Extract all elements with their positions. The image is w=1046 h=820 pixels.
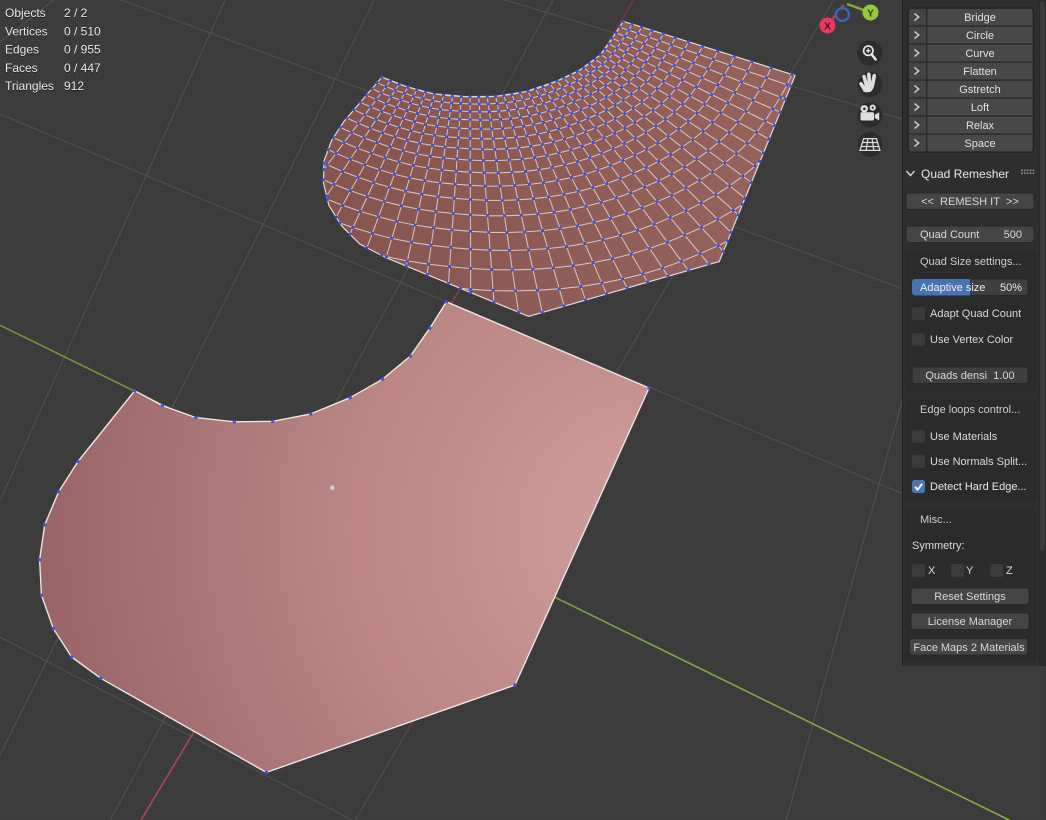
- svg-text:Misc...: Misc...: [920, 514, 952, 526]
- svg-text:Use Normals Split...: Use Normals Split...: [930, 456, 1027, 468]
- svg-text:Symmetry:: Symmetry:: [912, 540, 965, 552]
- svg-text:0 / 447: 0 / 447: [64, 61, 101, 75]
- svg-text:Edge loops control...: Edge loops control...: [920, 404, 1020, 416]
- svg-text:500: 500: [1004, 229, 1022, 241]
- svg-text:Detect Hard Edge...: Detect Hard Edge...: [930, 481, 1027, 493]
- svg-text:2 / 2: 2 / 2: [64, 6, 88, 20]
- svg-text:Triangles: Triangles: [5, 79, 54, 93]
- svg-text:X: X: [928, 565, 936, 577]
- svg-text:X: X: [824, 21, 831, 33]
- svg-text:Reset Settings: Reset Settings: [934, 591, 1006, 603]
- svg-text:Curve: Curve: [965, 48, 994, 60]
- svg-text:License Manager: License Manager: [928, 616, 1013, 628]
- svg-text:Y: Y: [867, 8, 874, 20]
- svg-text:Quad Remesher: Quad Remesher: [921, 167, 1009, 181]
- svg-text:912: 912: [64, 79, 84, 93]
- svg-text:Quad Size settings...: Quad Size settings...: [920, 256, 1022, 268]
- svg-text:Z: Z: [1006, 565, 1013, 577]
- svg-text:Quads densi 1.00: Quads densi 1.00: [925, 370, 1014, 382]
- svg-text:50%: 50%: [1000, 282, 1022, 294]
- svg-text:Quad Count: Quad Count: [920, 229, 979, 241]
- svg-text:Use Vertex Color: Use Vertex Color: [930, 334, 1013, 346]
- svg-text:<< REMESH IT >>: << REMESH IT >>: [921, 196, 1019, 208]
- svg-text:Face Maps 2 Materials: Face Maps 2 Materials: [913, 642, 1025, 654]
- svg-text:Vertices: Vertices: [5, 24, 48, 38]
- svg-text:Circle: Circle: [966, 30, 994, 42]
- svg-text:Adaptive size: Adaptive size: [920, 282, 985, 294]
- svg-text:Objects: Objects: [5, 6, 46, 20]
- svg-text:Loft: Loft: [971, 102, 989, 114]
- svg-text:Flatten: Flatten: [963, 66, 997, 78]
- svg-text:0 / 955: 0 / 955: [64, 43, 101, 57]
- svg-text:Use Materials: Use Materials: [930, 431, 998, 443]
- svg-text:Bridge: Bridge: [964, 12, 996, 24]
- svg-text:Y: Y: [966, 565, 974, 577]
- svg-text:Gstretch: Gstretch: [959, 84, 1001, 96]
- svg-text:Edges: Edges: [5, 43, 39, 57]
- svg-text:Adapt Quad Count: Adapt Quad Count: [930, 308, 1021, 320]
- svg-text:Relax: Relax: [966, 120, 995, 132]
- svg-text:Space: Space: [964, 138, 995, 150]
- svg-text:Faces: Faces: [5, 61, 38, 75]
- svg-text:0 / 510: 0 / 510: [64, 24, 101, 38]
